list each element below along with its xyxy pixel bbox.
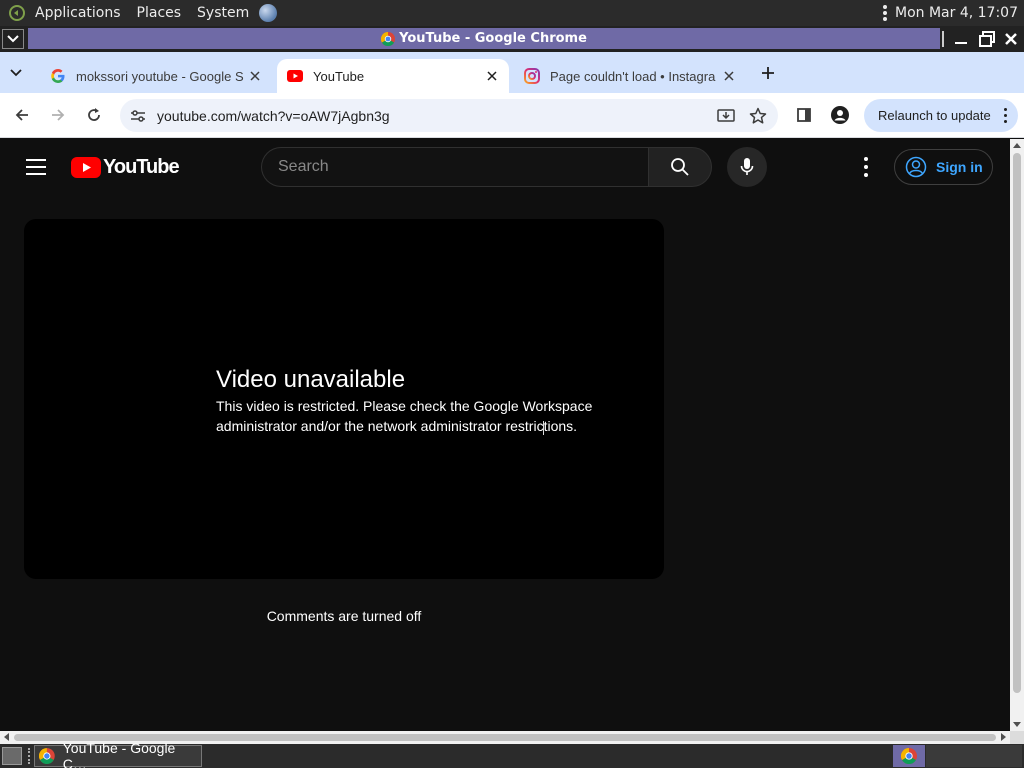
taskbar-window-button[interactable]: YouTube - Google C… xyxy=(34,740,202,768)
workspace-switcher[interactable] xyxy=(893,745,925,767)
forward-button[interactable] xyxy=(46,103,70,127)
tab-google-search[interactable]: mokssori youtube - Google S xyxy=(40,59,272,93)
show-desktop-icon[interactable] xyxy=(2,747,22,765)
instagram-icon xyxy=(524,68,540,84)
places-menu[interactable]: Places xyxy=(137,5,182,21)
youtube-play-logo-icon xyxy=(71,156,101,178)
vertical-scroll-thumb[interactable] xyxy=(1013,153,1021,693)
settings-more-icon[interactable] xyxy=(864,157,868,177)
search-button[interactable] xyxy=(648,147,712,187)
back-button[interactable] xyxy=(10,103,34,127)
install-app-icon[interactable] xyxy=(714,104,738,128)
reload-button[interactable] xyxy=(82,103,106,127)
bookmark-star-icon[interactable] xyxy=(746,104,770,128)
vertical-scrollbar[interactable] xyxy=(1010,139,1024,731)
close-tab-icon[interactable] xyxy=(483,67,501,85)
scroll-right-arrow-icon[interactable] xyxy=(1001,733,1006,741)
youtube-masthead: YouTube Search Sign in xyxy=(0,139,1010,195)
tab-instagram[interactable]: Page couldn't load • Instagra xyxy=(514,59,746,93)
window-titlebar: YouTube - Google Chrome xyxy=(0,26,1024,52)
panel-handle-icon xyxy=(883,5,887,21)
window-title-bar[interactable]: YouTube - Google Chrome xyxy=(28,28,940,49)
minimize-button[interactable] xyxy=(950,29,972,49)
titlebar-separator xyxy=(942,31,944,47)
applications-menu[interactable]: Applications xyxy=(35,5,121,21)
close-tab-icon[interactable] xyxy=(246,67,264,85)
scrollbar-corner xyxy=(1010,731,1024,744)
google-g-icon xyxy=(50,68,66,84)
close-tab-icon[interactable] xyxy=(720,67,738,85)
search-placeholder: Search xyxy=(278,158,329,175)
site-info-icon[interactable] xyxy=(128,106,148,126)
tab-youtube[interactable]: YouTube xyxy=(277,59,509,93)
sign-in-label: Sign in xyxy=(936,159,983,175)
window-title: YouTube - Google Chrome xyxy=(399,31,587,46)
scroll-down-arrow-icon[interactable] xyxy=(1013,722,1021,727)
browser-toolbar: youtube.com/watch?v=oAW7jAgbn3g Relaunch… xyxy=(0,93,1024,138)
voice-search-button[interactable] xyxy=(727,147,767,187)
video-unavailable-heading: Video unavailable xyxy=(216,366,406,393)
tab-search-button[interactable] xyxy=(6,63,26,83)
taskbar-window-label: YouTube - Google C… xyxy=(62,740,176,768)
taskbar-grip xyxy=(28,748,32,764)
chrome-logo-icon xyxy=(381,31,396,46)
workspace-empty[interactable] xyxy=(926,745,1022,767)
desktop-taskbar: YouTube - Google C… xyxy=(0,740,1024,768)
youtube-logo[interactable]: YouTube xyxy=(71,155,180,178)
new-tab-button[interactable] xyxy=(758,63,778,83)
video-restriction-message: This video is restricted. Please check t… xyxy=(216,398,593,434)
search-icon xyxy=(671,158,689,176)
profile-avatar-icon[interactable] xyxy=(828,103,852,127)
system-menu[interactable]: System xyxy=(197,5,249,21)
maximize-button[interactable] xyxy=(976,29,998,49)
side-panel-button[interactable] xyxy=(792,103,816,127)
youtube-logo-text: YouTube xyxy=(103,155,180,178)
relaunch-label: Relaunch to update xyxy=(878,108,991,123)
youtube-icon xyxy=(287,68,303,84)
desktop-top-panel: Applications Places System Mon Mar 4, 17… xyxy=(0,0,1024,26)
chrome-logo-icon xyxy=(901,748,917,764)
chrome-menu-icon[interactable] xyxy=(1004,108,1008,123)
tab-strip: mokssori youtube - Google S YouTube Page… xyxy=(0,52,1024,93)
account-circle-icon xyxy=(904,155,928,179)
video-player[interactable]: Video unavailable This video is restrict… xyxy=(24,219,664,579)
tab-label: Page couldn't load • Instagra xyxy=(550,68,716,84)
tab-label: mokssori youtube - Google S xyxy=(76,68,244,84)
relaunch-to-update-button[interactable]: Relaunch to update xyxy=(864,99,1018,132)
distro-logo-icon[interactable] xyxy=(6,2,28,24)
clock[interactable]: Mon Mar 4, 17:07 xyxy=(895,5,1018,21)
address-bar[interactable]: youtube.com/watch?v=oAW7jAgbn3g xyxy=(120,99,778,132)
comments-status: Comments are turned off xyxy=(266,608,422,624)
tab-label: YouTube xyxy=(313,68,365,84)
search-input[interactable]: Search xyxy=(261,147,649,187)
window-menu-button[interactable] xyxy=(2,29,24,49)
youtube-page: YouTube Search Sign in Video unavailable… xyxy=(0,139,1010,731)
sign-in-button[interactable]: Sign in xyxy=(894,149,993,185)
scroll-left-arrow-icon[interactable] xyxy=(4,733,9,741)
chrome-logo-icon xyxy=(39,748,55,764)
web-browser-launcher-icon[interactable] xyxy=(259,4,278,22)
microphone-icon xyxy=(740,158,754,175)
scroll-up-arrow-icon[interactable] xyxy=(1013,143,1021,148)
guide-menu-icon[interactable] xyxy=(24,155,48,179)
url-text[interactable]: youtube.com/watch?v=oAW7jAgbn3g xyxy=(157,108,714,124)
close-window-button[interactable] xyxy=(1000,29,1022,49)
text-cursor xyxy=(543,421,547,435)
